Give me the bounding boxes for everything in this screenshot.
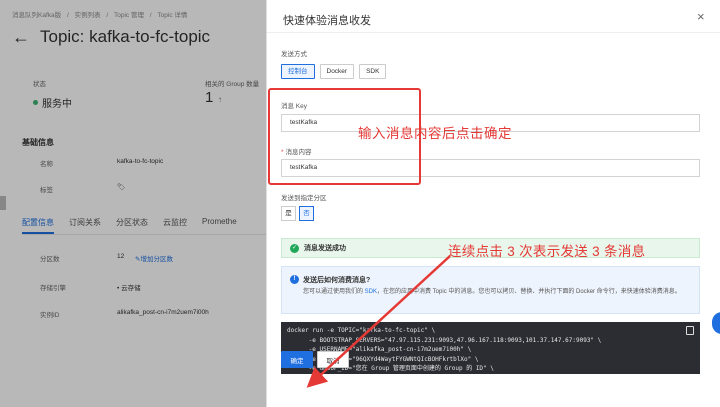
partition-select-toggle: 是 否 bbox=[281, 206, 314, 221]
info-title: 发送后如何消费消息? bbox=[303, 277, 371, 284]
annotation-main-text: 输入消息内容后点击确定 bbox=[358, 126, 512, 141]
send-method-label: 发送方式 bbox=[281, 51, 307, 58]
confirm-button[interactable]: 确定 bbox=[281, 351, 313, 368]
check-circle-icon: ✓ bbox=[290, 243, 299, 253]
consume-info-box: ! 发送后如何消费消息? 您可以通过使用我们的 SDK，在您的应用中消费 Top… bbox=[281, 266, 700, 314]
info-icon: ! bbox=[290, 275, 299, 284]
send-method-selector: 控制台 Docker SDK bbox=[281, 64, 387, 79]
quick-send-drawer: 快速体验消息收发 × 发送方式 控制台 Docker SDK 消息 Key te… bbox=[266, 0, 720, 407]
info-description: 您可以通过使用我们的 SDK，在您的应用中消费 Topic 中的消息。您也可以拷… bbox=[303, 287, 695, 297]
close-icon[interactable]: × bbox=[697, 9, 705, 24]
code-line: docker run -e TOPIC="kafka-to-fc-topic" … bbox=[287, 327, 436, 334]
drawer-header-divider bbox=[267, 32, 720, 33]
cancel-button[interactable]: 取消 bbox=[317, 351, 349, 368]
success-text: 消息发送成功 bbox=[304, 245, 346, 252]
partition-no-button[interactable]: 否 bbox=[299, 206, 314, 221]
copy-icon[interactable] bbox=[686, 326, 694, 335]
drawer-title: 快速体验消息收发 bbox=[283, 15, 371, 27]
info-desc-prefix: 您可以通过使用我们的 bbox=[303, 289, 365, 295]
partition-select-label: 发送到指定分区 bbox=[281, 195, 327, 202]
sdk-link[interactable]: SDK bbox=[365, 289, 377, 295]
modal-overlay[interactable] bbox=[0, 0, 266, 407]
send-method-sdk-button[interactable]: SDK bbox=[359, 64, 387, 79]
send-method-console-button[interactable]: 控制台 bbox=[281, 64, 315, 79]
annotation-second-text: 连续点击 3 次表示发送 3 条消息 bbox=[448, 244, 646, 259]
code-line: -e BOOTSTRAP_SERVERS="47.97.115.231:9093… bbox=[287, 336, 602, 344]
send-method-docker-button[interactable]: Docker bbox=[319, 64, 355, 79]
info-desc-suffix: ，在您的应用中消费 Topic 中的消息。您也可以拷贝、替换、并执行下面的 Do… bbox=[377, 289, 681, 295]
partition-yes-button[interactable]: 是 bbox=[281, 206, 296, 221]
